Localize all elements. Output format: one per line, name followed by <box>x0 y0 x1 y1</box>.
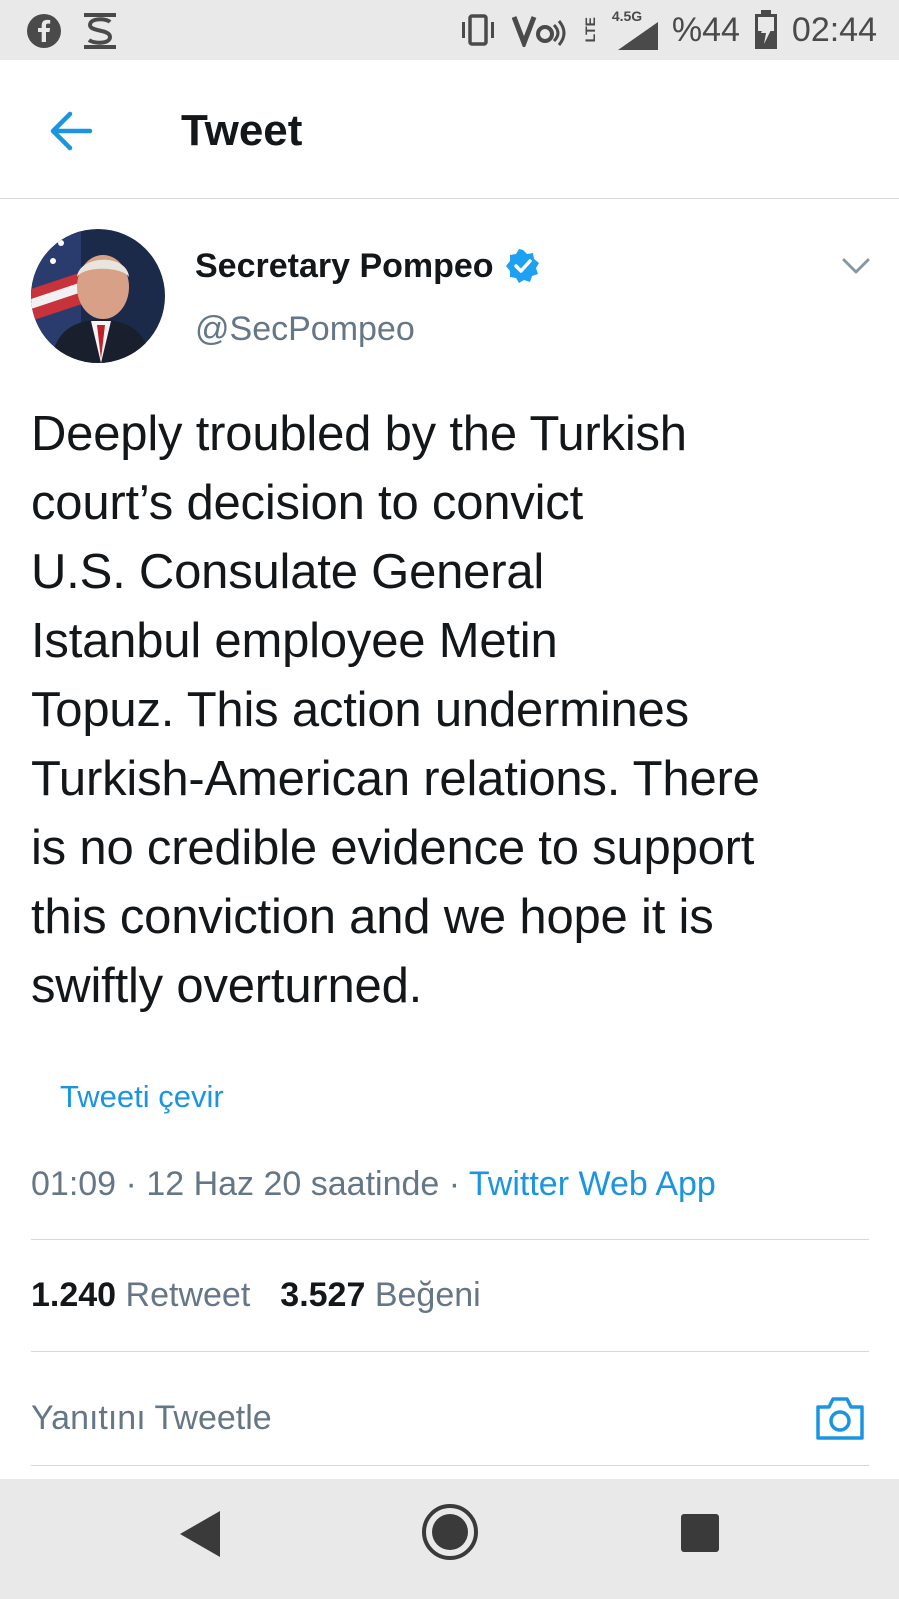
nav-back-icon[interactable] <box>178 1509 222 1559</box>
divider <box>31 1465 869 1466</box>
tweet-text: Deeply troubled by the Turkish court’s d… <box>31 407 760 1013</box>
tweet-stats: 1.240 Retweet 3.527 Beğeni <box>31 1273 481 1317</box>
translate-tweet-link[interactable]: Tweeti çevir <box>60 1077 224 1117</box>
chevron-down-icon[interactable] <box>840 252 872 280</box>
verified-badge-icon <box>505 249 539 283</box>
battery-charging-icon <box>754 10 777 49</box>
vibrate-icon <box>461 14 494 46</box>
tweet-metadata: 01:09 · 12 Haz 20 saatinde · Twitter Web… <box>31 1162 716 1206</box>
tweet-source-link[interactable]: Twitter Web App <box>469 1165 716 1203</box>
retweets-stat[interactable]: 1.240 Retweet <box>31 1276 250 1314</box>
facebook-icon <box>27 14 61 48</box>
tweet-date: 12 Haz 20 saatinde <box>146 1165 440 1203</box>
app-header: Tweet <box>0 60 899 199</box>
user-handle[interactable]: @SecPompeo <box>195 308 415 350</box>
signal-icon: 4.5G <box>612 8 658 50</box>
lte-label: LTE <box>581 17 598 43</box>
meta-separator: · <box>116 1165 147 1203</box>
system-nav-bar <box>0 1479 899 1599</box>
reply-input[interactable]: Yanıtını Tweetle <box>31 1396 272 1440</box>
s-app-icon <box>84 13 116 49</box>
divider <box>31 1239 869 1240</box>
camera-icon[interactable] <box>814 1393 866 1443</box>
page-title: Tweet <box>181 106 303 155</box>
clock: 02:44 <box>791 11 877 49</box>
tweet-time: 01:09 <box>31 1165 117 1203</box>
battery-percentage: %44 <box>671 11 740 49</box>
display-name[interactable]: Secretary Pompeo <box>195 245 540 287</box>
nav-recents-icon[interactable] <box>681 1514 719 1552</box>
volte-icon <box>511 16 566 47</box>
likes-stat[interactable]: 3.527 Beğeni <box>280 1276 480 1314</box>
back-arrow-icon[interactable] <box>44 104 98 158</box>
nav-home-icon[interactable] <box>421 1503 479 1561</box>
avatar[interactable] <box>31 229 165 363</box>
meta-separator: · <box>439 1165 469 1203</box>
status-bar: LTE 4.5G %44 02:44 <box>0 0 899 60</box>
divider <box>31 1351 869 1352</box>
